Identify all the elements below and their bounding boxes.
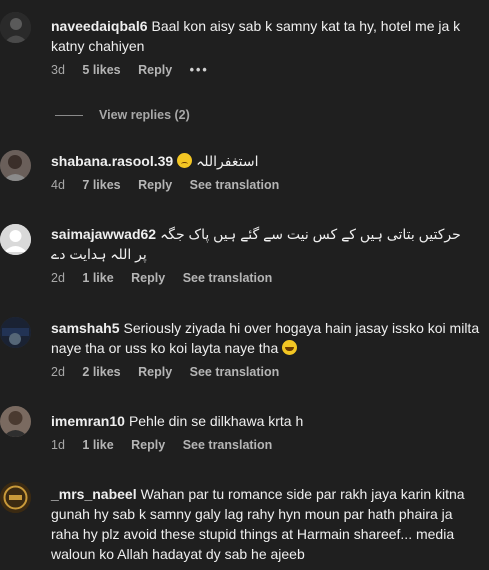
see-translation-button[interactable]: See translation: [183, 438, 273, 452]
sad-face-emoji-icon: [177, 153, 193, 168]
view-replies-label: View replies (2): [99, 108, 190, 122]
username[interactable]: _mrs_nabeel: [51, 486, 137, 502]
view-replies-button[interactable]: View replies (2): [55, 108, 190, 122]
divider: [55, 115, 83, 117]
see-translation-button[interactable]: See translation: [190, 365, 280, 379]
avatar[interactable]: [0, 406, 31, 437]
username[interactable]: naveedaiqbal6: [51, 18, 148, 34]
username[interactable]: saimajawwad62: [51, 226, 156, 242]
timestamp[interactable]: 2d: [51, 365, 65, 379]
comment-text: Pehle din se dilkhawa krta h: [128, 413, 304, 429]
likes-count[interactable]: 2 likes: [82, 365, 120, 379]
timestamp[interactable]: 2d: [51, 271, 65, 285]
comment-text-line2: پر اللہ ہدایت دے: [51, 246, 147, 262]
likes-count[interactable]: 1 like: [82, 438, 113, 452]
see-translation-button[interactable]: See translation: [190, 178, 280, 192]
username[interactable]: imemran10: [51, 413, 125, 429]
timestamp[interactable]: 1d: [51, 438, 65, 452]
avatar[interactable]: [0, 12, 31, 43]
username[interactable]: shabana.rasool.39: [51, 153, 173, 169]
username[interactable]: samshah5: [51, 320, 119, 336]
timestamp[interactable]: 4d: [51, 178, 65, 192]
timestamp[interactable]: 3d: [51, 63, 65, 77]
reply-button[interactable]: Reply: [131, 438, 165, 452]
avatar[interactable]: [0, 224, 31, 255]
laughing-emoji-icon: [282, 340, 298, 355]
avatar[interactable]: [0, 482, 31, 513]
comment-text: حرکتیں بتاتی ہیں کے کس نیت سے گئے ہیں پا…: [160, 226, 461, 242]
likes-count[interactable]: 7 likes: [82, 178, 120, 192]
avatar[interactable]: [0, 150, 31, 181]
reply-button[interactable]: Reply: [131, 271, 165, 285]
see-translation-button[interactable]: See translation: [183, 271, 273, 285]
comment-text: استغفراللہ: [196, 153, 259, 169]
likes-count[interactable]: 1 like: [82, 271, 113, 285]
reply-button[interactable]: Reply: [138, 178, 172, 192]
likes-count[interactable]: 5 likes: [82, 63, 120, 77]
reply-button[interactable]: Reply: [138, 63, 172, 77]
avatar[interactable]: [0, 317, 31, 348]
reply-button[interactable]: Reply: [138, 365, 172, 379]
more-options-icon[interactable]: •••: [190, 63, 209, 77]
